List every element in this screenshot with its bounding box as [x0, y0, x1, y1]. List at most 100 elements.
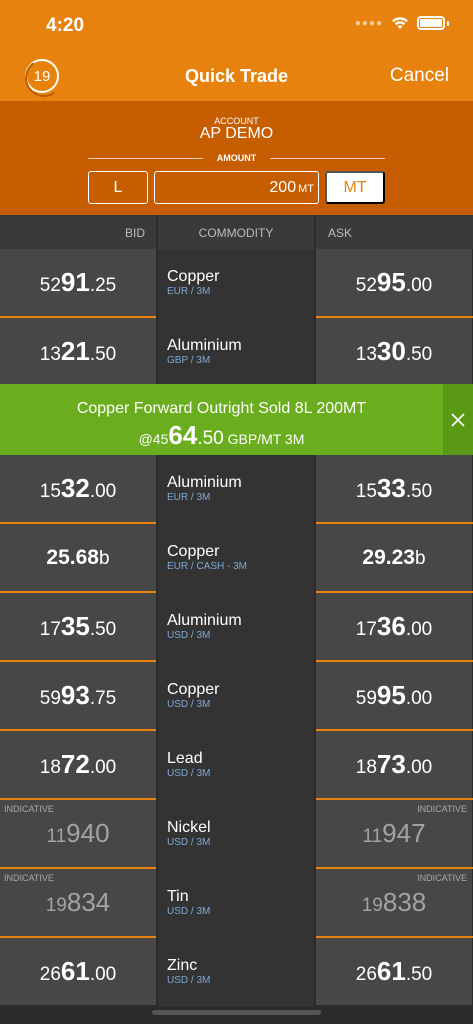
header-divider: [314, 215, 316, 249]
trade-confirmation-toast: Copper Forward Outright Sold 8L 200MT @4…: [0, 384, 473, 455]
ask-cell[interactable]: 1533.50: [316, 455, 472, 522]
commodity-sub: GBP / 3M: [167, 355, 211, 366]
commodity-name: Zinc: [167, 957, 198, 974]
ask-cell[interactable]: 5995.00: [316, 662, 472, 729]
commodity-name: Aluminium: [167, 474, 242, 491]
account-panel: ACCOUNT AP DEMO AMOUNT L 200 MT MT: [0, 101, 473, 215]
ask-cell[interactable]: INDICATIVE 11947: [316, 800, 472, 867]
bid-cell[interactable]: INDICATIVE 11940: [0, 800, 156, 867]
bid-cell[interactable]: 2661.00: [0, 938, 156, 1005]
commodity-name: Copper: [167, 543, 220, 560]
amount-value: 200: [269, 178, 297, 196]
bid-cell[interactable]: 1321.50: [0, 318, 156, 385]
table-row: INDICATIVE 11940 Nickel USD / 3M INDICATI…: [0, 800, 473, 869]
home-indicator: [152, 1010, 321, 1015]
bid-price: 1735.50: [39, 611, 117, 641]
indicative-label: INDICATIVE: [4, 873, 54, 883]
status-bar: 4:20 ●●●●: [0, 0, 473, 50]
commodity-sub: EUR / 3M: [167, 492, 211, 503]
commodity-sub: EUR / 3M: [167, 286, 211, 297]
commodity-sub: USD / 3M: [167, 906, 211, 917]
ask-cell[interactable]: 2661.50: [316, 938, 472, 1005]
commodity-cell: Aluminium GBP / 3M: [158, 318, 314, 387]
status-time: 4:20: [46, 15, 85, 36]
wifi-icon: [392, 17, 408, 29]
bid-price: 1872.00: [39, 749, 117, 779]
bid-price: 19834: [45, 887, 111, 917]
commodity-sub: USD / 3M: [167, 699, 211, 710]
commodity-sub: USD / 3M: [167, 837, 211, 848]
bid-header: BID: [124, 226, 145, 240]
commodity-name: Nickel: [167, 819, 211, 836]
amount-unit: MT: [298, 182, 314, 195]
bid-cell[interactable]: INDICATIVE 19834: [0, 869, 156, 936]
bid-price: 5291.25: [39, 267, 117, 297]
ask-cell[interactable]: INDICATIVE 19838: [316, 869, 472, 936]
bid-price: 1321.50: [39, 336, 117, 366]
nav-bar: 19 Quick Trade Cancel: [0, 50, 473, 101]
table-row: 1321.50 Aluminium GBP / 3M 1330.50: [0, 318, 473, 387]
table-row: 5291.25 Copper EUR / 3M 5295.00: [0, 249, 473, 318]
close-icon-glyph: [451, 412, 465, 427]
commodity-name: Copper: [167, 268, 220, 285]
commodity-cell: Zinc USD / 3M: [158, 938, 314, 1007]
commodity-name: Aluminium: [167, 612, 242, 629]
bid-cell[interactable]: 5993.75: [0, 662, 156, 729]
bid-cell[interactable]: 5291.25: [0, 249, 156, 316]
ask-price: 1533.50: [355, 473, 433, 503]
table-row: 1735.50 Aluminium USD / 3M 1736.00: [0, 593, 473, 662]
commodity-cell: Aluminium EUR / 3M: [158, 455, 314, 524]
ask-header: ASK: [328, 226, 353, 240]
indicative-label: INDICATIVE: [4, 804, 54, 814]
ask-price: 5295.00: [355, 267, 433, 297]
ask-price: 5995.00: [355, 680, 433, 710]
battery-nub: [447, 20, 449, 26]
battery-icon: [417, 16, 445, 30]
cancel-button[interactable]: Cancel: [390, 65, 449, 87]
commodity-cell: Copper EUR / CASH - 3M: [158, 524, 314, 593]
table-row: 1532.00 Aluminium EUR / 3M 1533.50: [0, 455, 473, 524]
ask-cell[interactable]: 1330.50: [316, 318, 472, 385]
commodity-cell: Nickel USD / 3M: [158, 800, 314, 869]
bid-cell[interactable]: 1872.00: [0, 731, 156, 798]
ask-price: 19838: [361, 887, 427, 917]
toast-price: @4564.50 GBP/MT 3M: [138, 420, 305, 450]
commodity-cell: Aluminium USD / 3M: [158, 593, 314, 662]
table-row: 5993.75 Copper USD / 3M 5995.00: [0, 662, 473, 731]
bid-cell[interactable]: 1735.50: [0, 593, 156, 660]
table-row: 1872.00 Lead USD / 3M 1873.00: [0, 731, 473, 800]
ask-cell[interactable]: 5295.00: [316, 249, 472, 316]
commodity-cell: Copper EUR / 3M: [158, 249, 314, 318]
commodity-cell: Tin USD / 3M: [158, 869, 314, 938]
ask-price: 29.23b: [362, 545, 426, 569]
ask-cell[interactable]: 1873.00: [316, 731, 472, 798]
lots-button[interactable]: L: [88, 171, 148, 204]
ask-price: 11947: [362, 818, 426, 848]
commodity-sub: EUR / CASH - 3M: [167, 561, 248, 572]
column-header: BID COMMODITY ASK: [0, 215, 473, 249]
bid-cell[interactable]: 1532.00: [0, 455, 156, 522]
amount-input[interactable]: 200 MT: [154, 171, 319, 204]
mt-unit-button[interactable]: MT: [325, 171, 385, 204]
amount-divider-right: [270, 158, 385, 159]
table-row: INDICATIVE 19834 Tin USD / 3M INDICATIVE …: [0, 869, 473, 938]
bid-price: 5993.75: [39, 680, 117, 710]
indicative-label: INDICATIVE: [417, 873, 467, 883]
commodity-name: Lead: [167, 750, 203, 767]
close-icon[interactable]: [443, 384, 473, 455]
table-row: 25.68b Copper EUR / CASH - 3M 29.23b: [0, 524, 473, 593]
bid-cell[interactable]: 25.68b: [0, 524, 156, 591]
status-icons: ●●●●: [355, 16, 449, 30]
commodity-sub: USD / 3M: [167, 975, 211, 986]
commodity-sub: USD / 3M: [167, 630, 211, 641]
ask-cell[interactable]: 1736.00: [316, 593, 472, 660]
ask-cell[interactable]: 29.23b: [316, 524, 472, 591]
signal-icon: ●●●●: [354, 17, 383, 29]
ask-price: 2661.50: [355, 956, 433, 986]
commodity-name: Copper: [167, 681, 220, 698]
account-value[interactable]: AP DEMO: [0, 125, 473, 143]
toast-message: Copper Forward Outright Sold 8L 200MT: [76, 400, 367, 417]
bid-price: 2661.00: [39, 956, 117, 986]
commodity-cell: Lead USD / 3M: [158, 731, 314, 800]
commodity-sub: USD / 3M: [167, 768, 211, 779]
